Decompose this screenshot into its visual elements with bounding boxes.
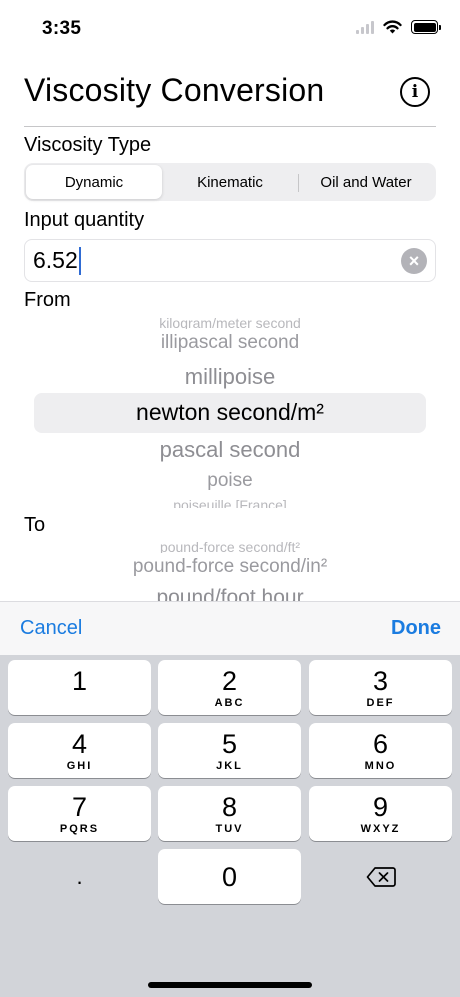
picker-item[interactable]: pascal second [24,437,436,463]
backspace-icon [366,866,396,887]
info-icon[interactable]: i [400,77,430,107]
key-letters: PQRS [59,822,100,835]
key-4[interactable]: 4 GHI [8,723,151,778]
key-3[interactable]: 3 DEF [309,660,452,715]
key-6[interactable]: 6 MNO [309,723,452,778]
numeric-keypad: 1 2 ABC 3 DEF 4 GHI 5 JKL 6 MNO 7 PQRS 8… [0,655,460,997]
picker-item[interactable]: pound-force second/in² [24,556,436,578]
delete-backspace-icon[interactable] [309,849,452,904]
keyboard-accessory-bar: Cancel Done [0,601,460,655]
key-number: 1 [71,665,88,696]
viscosity-type-label: Viscosity Type [24,134,152,156]
picker-item[interactable]: kilogram/meter second [24,315,436,329]
status-icons [356,20,441,34]
key-letters: JKL [216,759,243,772]
picker-item[interactable]: poise [24,470,436,492]
from-label: From [24,289,71,311]
picker-item[interactable]: pound/foot hour [24,586,436,601]
cellular-signal-icon [356,20,374,34]
key-number: 9 [372,791,389,822]
key-number: 5 [221,728,238,759]
key-number: 4 [71,728,88,759]
from-unit-picker[interactable]: kilogram/meter second illipascal second … [24,312,436,510]
key-letters: ABC [214,696,245,709]
segment-dynamic[interactable]: Dynamic [26,165,162,199]
picker-item-selected[interactable]: newton second/m² [24,399,436,426]
key-0[interactable]: 0 [158,849,301,904]
key-number: 0 [221,861,238,892]
input-quantity-value: 6.52 [33,247,78,273]
key-number: 2 [221,665,238,696]
battery-icon [411,20,441,34]
key-2[interactable]: 2 ABC [158,660,301,715]
segment-kinematic[interactable]: Kinematic [162,165,298,199]
segment-kinematic-label: Kinematic [197,173,263,191]
picker-item[interactable]: millipoise [24,364,436,390]
done-button[interactable]: Done [391,617,441,640]
input-quantity-field[interactable]: 6.52 × [24,239,436,282]
key-5[interactable]: 5 JKL [158,723,301,778]
key-letters: TUV [215,822,244,835]
segment-separator [298,174,299,192]
key-letters: DEF [366,696,395,709]
home-indicator[interactable] [148,982,312,988]
key-7[interactable]: 7 PQRS [8,786,151,841]
key-number: 6 [372,728,389,759]
picker-item[interactable]: poiseuille [France] [24,496,436,508]
segment-oil-and-water[interactable]: Oil and Water [298,165,434,199]
clear-icon[interactable]: × [401,248,427,274]
key-number: 7 [71,791,88,822]
page-title: Viscosity Conversion [24,72,325,108]
segment-oil-and-water-label: Oil and Water [320,173,412,191]
input-quantity-label: Input quantity [24,209,145,231]
key-number: . [76,863,83,889]
picker-item[interactable]: pound-force second/ft² [24,539,436,553]
status-time: 3:35 [42,18,82,39]
cancel-button[interactable]: Cancel [20,617,82,640]
key-8[interactable]: 8 TUV [158,786,301,841]
text-caret [78,246,81,275]
key-letters: GHI [66,759,93,772]
status-bar: 3:35 [0,0,460,60]
key-number: 3 [372,665,389,696]
to-label: To [24,514,46,536]
wifi-icon [383,20,402,34]
key-1[interactable]: 1 [8,660,151,715]
to-unit-picker[interactable]: pound-force second/ft² pound-force secon… [24,536,436,601]
key-letters: WXYZ [360,822,401,835]
key-letters: MNO [364,759,397,772]
picker-item[interactable]: illipascal second [24,332,436,354]
key-number: 8 [221,791,238,822]
viscosity-type-segmented-control[interactable]: Dynamic Kinematic Oil and Water [24,163,436,201]
key-decimal[interactable]: . [8,849,151,904]
key-9[interactable]: 9 WXYZ [309,786,452,841]
header-divider [24,126,436,127]
